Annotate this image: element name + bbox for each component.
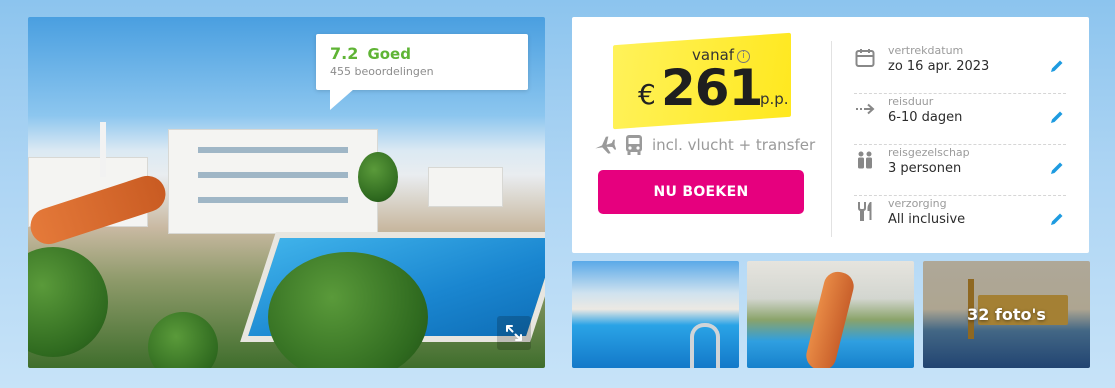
- arrow-right-icon: [854, 98, 876, 120]
- bus-icon: [624, 134, 644, 156]
- rating-badge[interactable]: 7.2 Goed 455 beoordelingen: [316, 34, 528, 110]
- transport-info: incl. vlucht + transfer: [594, 134, 815, 156]
- water-slide: [803, 268, 857, 368]
- cutlery-icon: [854, 200, 876, 222]
- calendar-icon: [854, 47, 876, 69]
- thumbnail-room[interactable]: 32 foto's: [923, 261, 1090, 368]
- detail-duration[interactable]: reisduur 6-10 dagen: [854, 94, 1066, 145]
- tree: [148, 312, 218, 368]
- plane-icon: [594, 135, 616, 155]
- building-right: [428, 167, 503, 207]
- pencil-icon[interactable]: [1048, 210, 1066, 228]
- detail-label: reisduur: [888, 95, 934, 108]
- price-section: vanaf i € 261 p.p. incl. vlucht + transf…: [572, 17, 831, 253]
- detail-label: verzorging: [888, 197, 947, 210]
- minaret: [100, 122, 106, 177]
- booking-card: vanaf i € 261 p.p. incl. vlucht + transf…: [572, 17, 1089, 253]
- expand-icon: [506, 325, 522, 341]
- transport-text: incl. vlucht + transfer: [652, 136, 816, 154]
- rating-word: Goed: [367, 45, 411, 63]
- pencil-icon[interactable]: [1048, 108, 1066, 126]
- detail-value: All inclusive: [888, 212, 966, 227]
- detail-value: 6-10 dagen: [888, 110, 963, 125]
- card-divider: [831, 41, 832, 237]
- tree: [358, 152, 398, 202]
- review-count: 455 beoordelingen: [330, 65, 434, 78]
- building-window-row: [198, 172, 348, 178]
- detail-party[interactable]: reisgezelschap 3 personen: [854, 145, 1066, 196]
- price-per-person: p.p.: [760, 90, 789, 108]
- expand-photo-button[interactable]: [497, 316, 531, 350]
- detail-label: reisgezelschap: [888, 146, 970, 159]
- book-now-button[interactable]: NU BOEKEN: [598, 170, 804, 214]
- detail-value: 3 personen: [888, 161, 962, 176]
- price-currency: €: [638, 78, 656, 111]
- detail-departure[interactable]: vertrekdatum zo 16 apr. 2023: [854, 43, 1066, 94]
- detail-label: vertrekdatum: [888, 44, 964, 57]
- people-icon: [854, 149, 876, 171]
- pencil-icon[interactable]: [1048, 159, 1066, 177]
- building-window-row: [198, 197, 348, 203]
- rating-score: 7.2: [330, 44, 359, 63]
- detail-value: zo 16 apr. 2023: [888, 59, 990, 74]
- thumbnail-slides[interactable]: [747, 261, 914, 368]
- building-window-row: [198, 147, 348, 153]
- tree: [28, 247, 108, 357]
- price-amount: 261: [661, 59, 763, 117]
- detail-board[interactable]: verzorging All inclusive: [854, 196, 1066, 247]
- photo-count-label[interactable]: 32 foto's: [923, 261, 1090, 368]
- hotel-building: [168, 129, 378, 234]
- trip-details: vertrekdatum zo 16 apr. 2023 reisduur 6-…: [854, 43, 1066, 247]
- pencil-icon[interactable]: [1048, 57, 1066, 75]
- pool-ladder: [690, 323, 720, 368]
- thumbnail-pool[interactable]: [572, 261, 739, 368]
- rating-line: 7.2 Goed: [330, 44, 514, 63]
